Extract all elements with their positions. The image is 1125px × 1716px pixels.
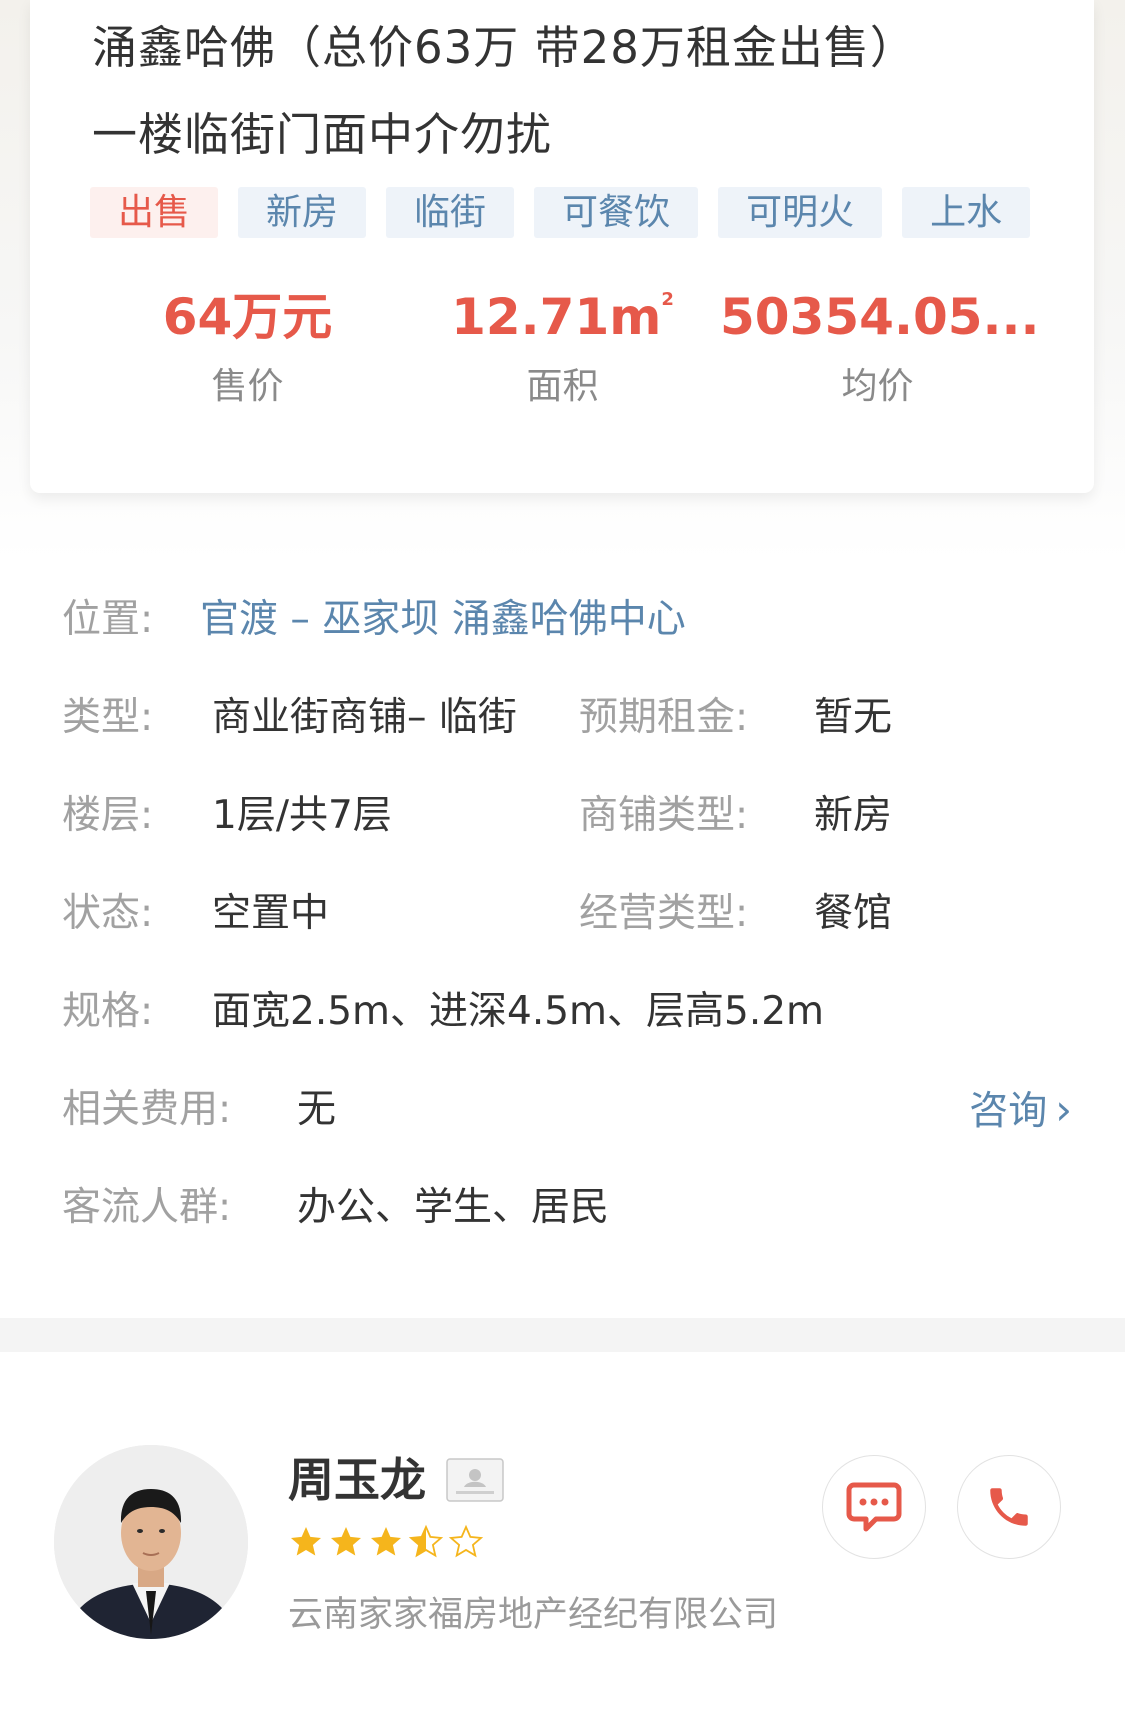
star-full-icon <box>371 1527 401 1556</box>
listing-page: 涌鑫哈佛（总价63万 带28万租金出售） 一楼临街门面中介勿扰 出售 新房 临街… <box>0 0 1125 1716</box>
fees-value: 无 <box>297 1087 337 1132</box>
chat-bubble-icon <box>846 1482 902 1532</box>
section-divider <box>0 1318 1125 1352</box>
tag-sale: 出售 <box>90 187 219 238</box>
star-half-icon <box>408 1524 444 1558</box>
key-stats: 64万元 售价 12.71m2 面积 50354.05... 均价 <box>90 285 1050 417</box>
stat-price: 64万元 售价 <box>90 285 405 417</box>
detail-row-type: 类型: 商业街商铺– 临街 预期租金: 暂无 <box>62 688 1072 786</box>
detail-row-location: 位置: 官渡 – 巫家坝 涌鑫哈佛中心 <box>62 590 1072 688</box>
agent-name: 周玉龙 <box>288 1453 426 1507</box>
shop-type-value: 新房 <box>814 793 893 838</box>
phone-icon <box>990 1488 1028 1526</box>
call-button[interactable] <box>957 1455 1061 1559</box>
id-card-icon <box>446 1458 504 1502</box>
detail-row-status: 状态: 空置中 经营类型: 餐馆 <box>62 884 1072 982</box>
tag-open-flame-allowed: 可明火 <box>718 187 883 238</box>
location-label: 位置: <box>62 597 154 642</box>
agent-rating <box>288 1524 484 1560</box>
status-value: 空置中 <box>212 891 330 936</box>
listing-title-line-2: 一楼临街门面中介勿扰 <box>92 108 553 161</box>
business-type-label: 经营类型: <box>579 891 749 936</box>
tag-new-house: 新房 <box>238 187 367 238</box>
location-link[interactable]: 官渡 – 巫家坝 涌鑫哈佛中心 <box>200 590 686 650</box>
detail-row-customer-traffic: 客流人群: 办公、学生、居民 <box>62 1178 1072 1276</box>
agent-card: 周玉龙 云南家家福房地产经纪有限公司 <box>0 1352 1125 1716</box>
detail-row-fees: 相关费用: 无 咨询 › <box>62 1080 1072 1178</box>
chat-button[interactable] <box>822 1455 926 1559</box>
agent-photo <box>54 1445 248 1639</box>
listing-title: 涌鑫哈佛（总价63万 带28万租金出售） 一楼临街门面中介勿扰 <box>92 4 1052 178</box>
unit-price-value: 50354.05... <box>720 288 1040 346</box>
expected-rent-value: 暂无 <box>814 695 893 740</box>
star-full-icon <box>331 1527 361 1556</box>
spec-value: 面宽2.5m、进深4.5m、层高5.2m <box>212 989 825 1034</box>
stat-area: 12.71m2 面积 <box>405 285 720 417</box>
area-label: 面积 <box>526 366 599 407</box>
unit-price-label: 均价 <box>841 366 914 407</box>
floor-label: 楼层: <box>62 793 154 838</box>
property-details: 位置: 官渡 – 巫家坝 涌鑫哈佛中心 类型: 商业街商铺– 临街 预期租金: … <box>62 590 1072 1276</box>
spec-label: 规格: <box>62 989 154 1034</box>
detail-row-floor: 楼层: 1层/共7层 商铺类型: 新房 <box>62 786 1072 884</box>
area-value: 12.71m2 <box>405 285 720 349</box>
stat-unit-price: 50354.05... 均价 <box>720 285 1040 417</box>
feature-tags: 出售 新房 临街 可餐饮 可明火 上水 <box>90 187 1031 238</box>
tag-catering-allowed: 可餐饮 <box>534 187 699 238</box>
tag-water-supply: 上水 <box>902 187 1031 238</box>
traffic-value: 办公、学生、居民 <box>297 1185 610 1230</box>
tag-street-facing: 临街 <box>386 187 515 238</box>
price-value: 64万元 <box>162 288 333 346</box>
status-label: 状态: <box>62 891 154 936</box>
area-number: 12.71m <box>451 288 662 346</box>
chevron-right-icon: › <box>1055 1085 1072 1134</box>
star-empty-icon <box>448 1524 484 1558</box>
business-type-value: 餐馆 <box>814 891 893 936</box>
traffic-label: 客流人群: <box>62 1185 232 1230</box>
shop-type-label: 商铺类型: <box>579 793 749 838</box>
area-unit-superscript: 2 <box>661 289 674 310</box>
agent-avatar[interactable] <box>54 1445 248 1639</box>
expected-rent-label: 预期租金: <box>579 695 749 740</box>
detail-row-spec: 规格: 面宽2.5m、进深4.5m、层高5.2m <box>62 982 1072 1080</box>
consult-button[interactable]: 咨询 › <box>969 1080 1072 1142</box>
agent-company: 云南家家福房地产经纪有限公司 <box>288 1595 779 1635</box>
consult-label: 咨询 <box>969 1089 1048 1134</box>
type-label: 类型: <box>62 695 154 740</box>
type-value: 商业街商铺– 临街 <box>212 695 517 740</box>
listing-title-line-1: 涌鑫哈佛（总价63万 带28万租金出售） <box>92 21 916 74</box>
star-full-icon <box>291 1527 321 1556</box>
floor-value: 1层/共7层 <box>212 793 392 838</box>
fees-label: 相关费用: <box>62 1087 232 1132</box>
price-label: 售价 <box>211 366 284 407</box>
